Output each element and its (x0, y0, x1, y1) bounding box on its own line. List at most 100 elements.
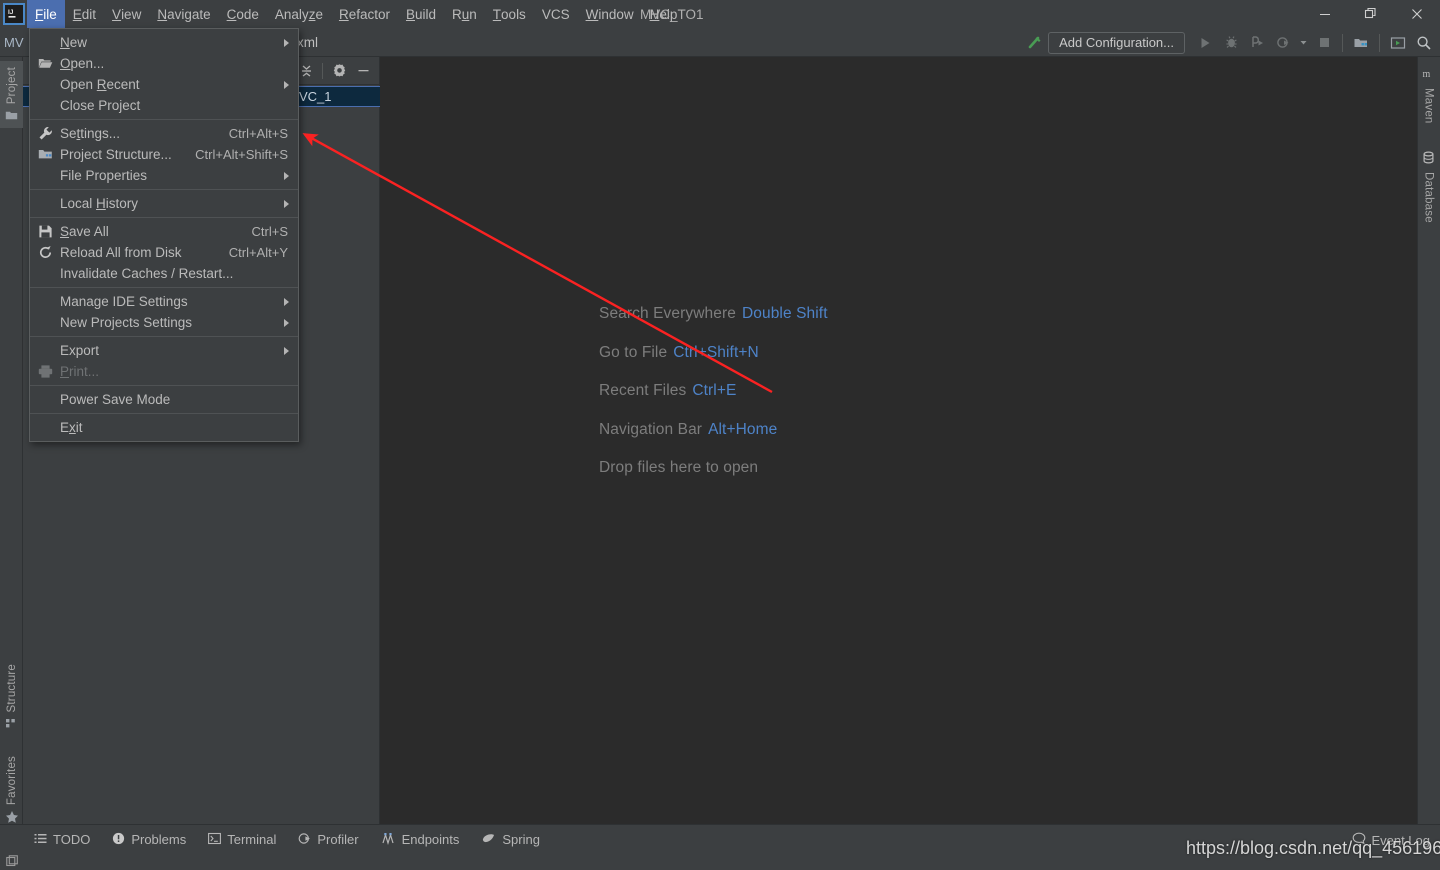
file-menu-item-manage-ide-settings[interactable]: Manage IDE Settings (30, 291, 298, 312)
menu-separator (30, 287, 298, 288)
file-menu-item-file-properties[interactable]: File Properties (30, 165, 298, 186)
status-item-profiler[interactable]: Profiler (298, 832, 359, 848)
file-menu-item-invalidate-caches-restart[interactable]: Invalidate Caches / Restart... (30, 263, 298, 284)
status-item-problems-label: Problems (131, 832, 187, 847)
search-icon[interactable] (1412, 31, 1436, 55)
submenu-arrow-icon (284, 38, 289, 47)
file-menu-item-settings[interactable]: Settings... Ctrl+Alt+S (30, 123, 298, 144)
editor-hint-label: Navigation Bar (599, 420, 703, 438)
file-menu-item-project-structure[interactable]: Project Structure... Ctrl+Alt+Shift+S (30, 144, 298, 165)
left-tool-strip: Project Structure Favorites (0, 57, 23, 824)
menubar-item-build[interactable]: Build (398, 0, 444, 28)
status-item-todo[interactable]: TODO (34, 832, 90, 848)
submenu-arrow-icon (284, 297, 289, 306)
build-icon[interactable] (1022, 31, 1046, 55)
file-menu-item-power-save-mode[interactable]: Power Save Mode (30, 389, 298, 410)
file-menu-item-label: Export (60, 343, 100, 358)
menubar-item-window[interactable]: Window (578, 0, 642, 28)
sidebar-item-database-label: Database (1422, 172, 1435, 223)
file-menu-item-label: Open Recent (60, 77, 140, 92)
file-menu-item-label: New (60, 35, 88, 50)
window-controls (1302, 0, 1440, 28)
add-configuration-button[interactable]: Add Configuration... (1048, 31, 1185, 54)
file-menu-item-label: Manage IDE Settings (60, 294, 188, 309)
menubar-item-navigate[interactable]: Navigate (149, 0, 218, 28)
status-item-endpoints[interactable]: Endpoints (381, 832, 459, 848)
intellij-logo-icon: IJ (3, 3, 25, 25)
svg-text:m: m (1423, 69, 1431, 80)
wrench-icon (36, 123, 54, 144)
file-menu-item-label: Print... (60, 364, 100, 379)
right-tool-strip: m Maven Database (1417, 57, 1440, 824)
status-item-problems[interactable]: Problems (112, 832, 186, 848)
database-icon (1422, 151, 1435, 167)
sidebar-item-database[interactable]: Database (1417, 145, 1440, 229)
file-menu-item-new-projects-settings[interactable]: New Projects Settings (30, 312, 298, 333)
submenu-arrow-icon (284, 171, 289, 180)
file-menu-dropdown: New Open... Open Recent Close Project Settin… (29, 28, 299, 442)
menu-separator (30, 189, 298, 190)
menubar-item-view[interactable]: View (104, 0, 149, 28)
menubar-item-refactor[interactable]: Refactor (331, 0, 398, 28)
gear-icon[interactable] (328, 60, 350, 82)
sidebar-item-maven-label: Maven (1422, 88, 1435, 124)
file-menu-item-close-project[interactable]: Close Project (30, 95, 298, 116)
folder-icon (5, 109, 18, 122)
menubar-item-analyze[interactable]: Analy z e (267, 0, 331, 28)
sidebar-item-project-label: Project (5, 67, 18, 105)
editor-hint-shortcut: Ctrl+E (692, 382, 737, 399)
sidebar-item-favorites[interactable]: Favorites (0, 750, 23, 830)
file-menu-item-new[interactable]: New (30, 32, 298, 53)
editor-hint-search-everywhere: Search Everywhere Double Shift (599, 305, 828, 323)
file-menu-item-local-history[interactable]: Local History (30, 193, 298, 214)
editor-hint-shortcut: Double Shift (741, 305, 828, 322)
watermark-text: https://blog.csdn.net/qq_45619623 (1186, 838, 1440, 858)
menubar-item-edit[interactable]: Edit (65, 0, 104, 28)
status-item-terminal[interactable]: Terminal (208, 832, 276, 848)
save-icon (36, 221, 54, 242)
submenu-arrow-icon (284, 318, 289, 327)
file-menu-item-label: Project Structure... (60, 147, 172, 162)
file-menu-item-save-all[interactable]: Save All Ctrl+S (30, 221, 298, 242)
sidebar-item-maven[interactable]: m Maven (1417, 61, 1440, 130)
menubar-item-file[interactable]: File (27, 0, 65, 28)
structure-icon (5, 717, 18, 730)
hide-icon[interactable] (352, 60, 374, 82)
file-menu-item-label: Save All (60, 224, 109, 239)
navbar-left-fragment: MV (4, 35, 24, 50)
run-icon (1193, 31, 1217, 55)
menubar-item-code[interactable]: Code (219, 0, 267, 28)
todo-icon (34, 832, 47, 848)
menu-separator (30, 413, 298, 414)
editor-hint-label: Search Everywhere (599, 305, 736, 322)
menubar-item-vcs[interactable]: VCS (534, 0, 578, 28)
menubar-item-run[interactable]: Run (444, 0, 485, 28)
file-menu-item-reload-all-from-disk[interactable]: Reload All from Disk Ctrl+Alt+Y (30, 242, 298, 263)
sidebar-item-project[interactable]: Project (0, 61, 23, 129)
menu-separator (30, 385, 298, 386)
menubar-item-tools[interactable]: Tools (485, 0, 534, 28)
terminal-icon (208, 832, 222, 848)
status-item-spring[interactable]: Spring (481, 832, 540, 848)
file-menu-item-exit[interactable]: Exit (30, 417, 298, 438)
file-menu-item-open[interactable]: Open... (30, 53, 298, 74)
file-menu-item-print: Print... (30, 361, 298, 382)
file-menu-item-export[interactable]: Export (30, 340, 298, 361)
submenu-arrow-icon (284, 346, 289, 355)
sidebar-item-structure[interactable]: Structure (0, 658, 23, 736)
update-icon[interactable] (1386, 31, 1410, 55)
project-structure-icon[interactable] (1349, 31, 1373, 55)
star-icon (5, 810, 19, 824)
project-structure-icon (36, 144, 54, 165)
editor-hint-label: Drop files here to open (599, 459, 759, 476)
debug-icon (1219, 31, 1243, 55)
file-menu-item-open-recent[interactable]: Open Recent (30, 74, 298, 95)
minimize-icon[interactable] (1302, 0, 1348, 28)
editor-empty-area: Search Everywhere Double Shift Go to File C… (380, 57, 1417, 824)
maximize-icon[interactable] (1348, 0, 1394, 28)
run-coverage-icon (1245, 31, 1269, 55)
navbar-xml-label: xml (297, 35, 318, 50)
close-icon[interactable] (1394, 0, 1440, 28)
editor-hint-drop-files-here-to-open: Drop files here to open (599, 459, 828, 477)
title-bar: IJ File Edit View Navigate Code Analy z e Refact… (0, 0, 1440, 28)
